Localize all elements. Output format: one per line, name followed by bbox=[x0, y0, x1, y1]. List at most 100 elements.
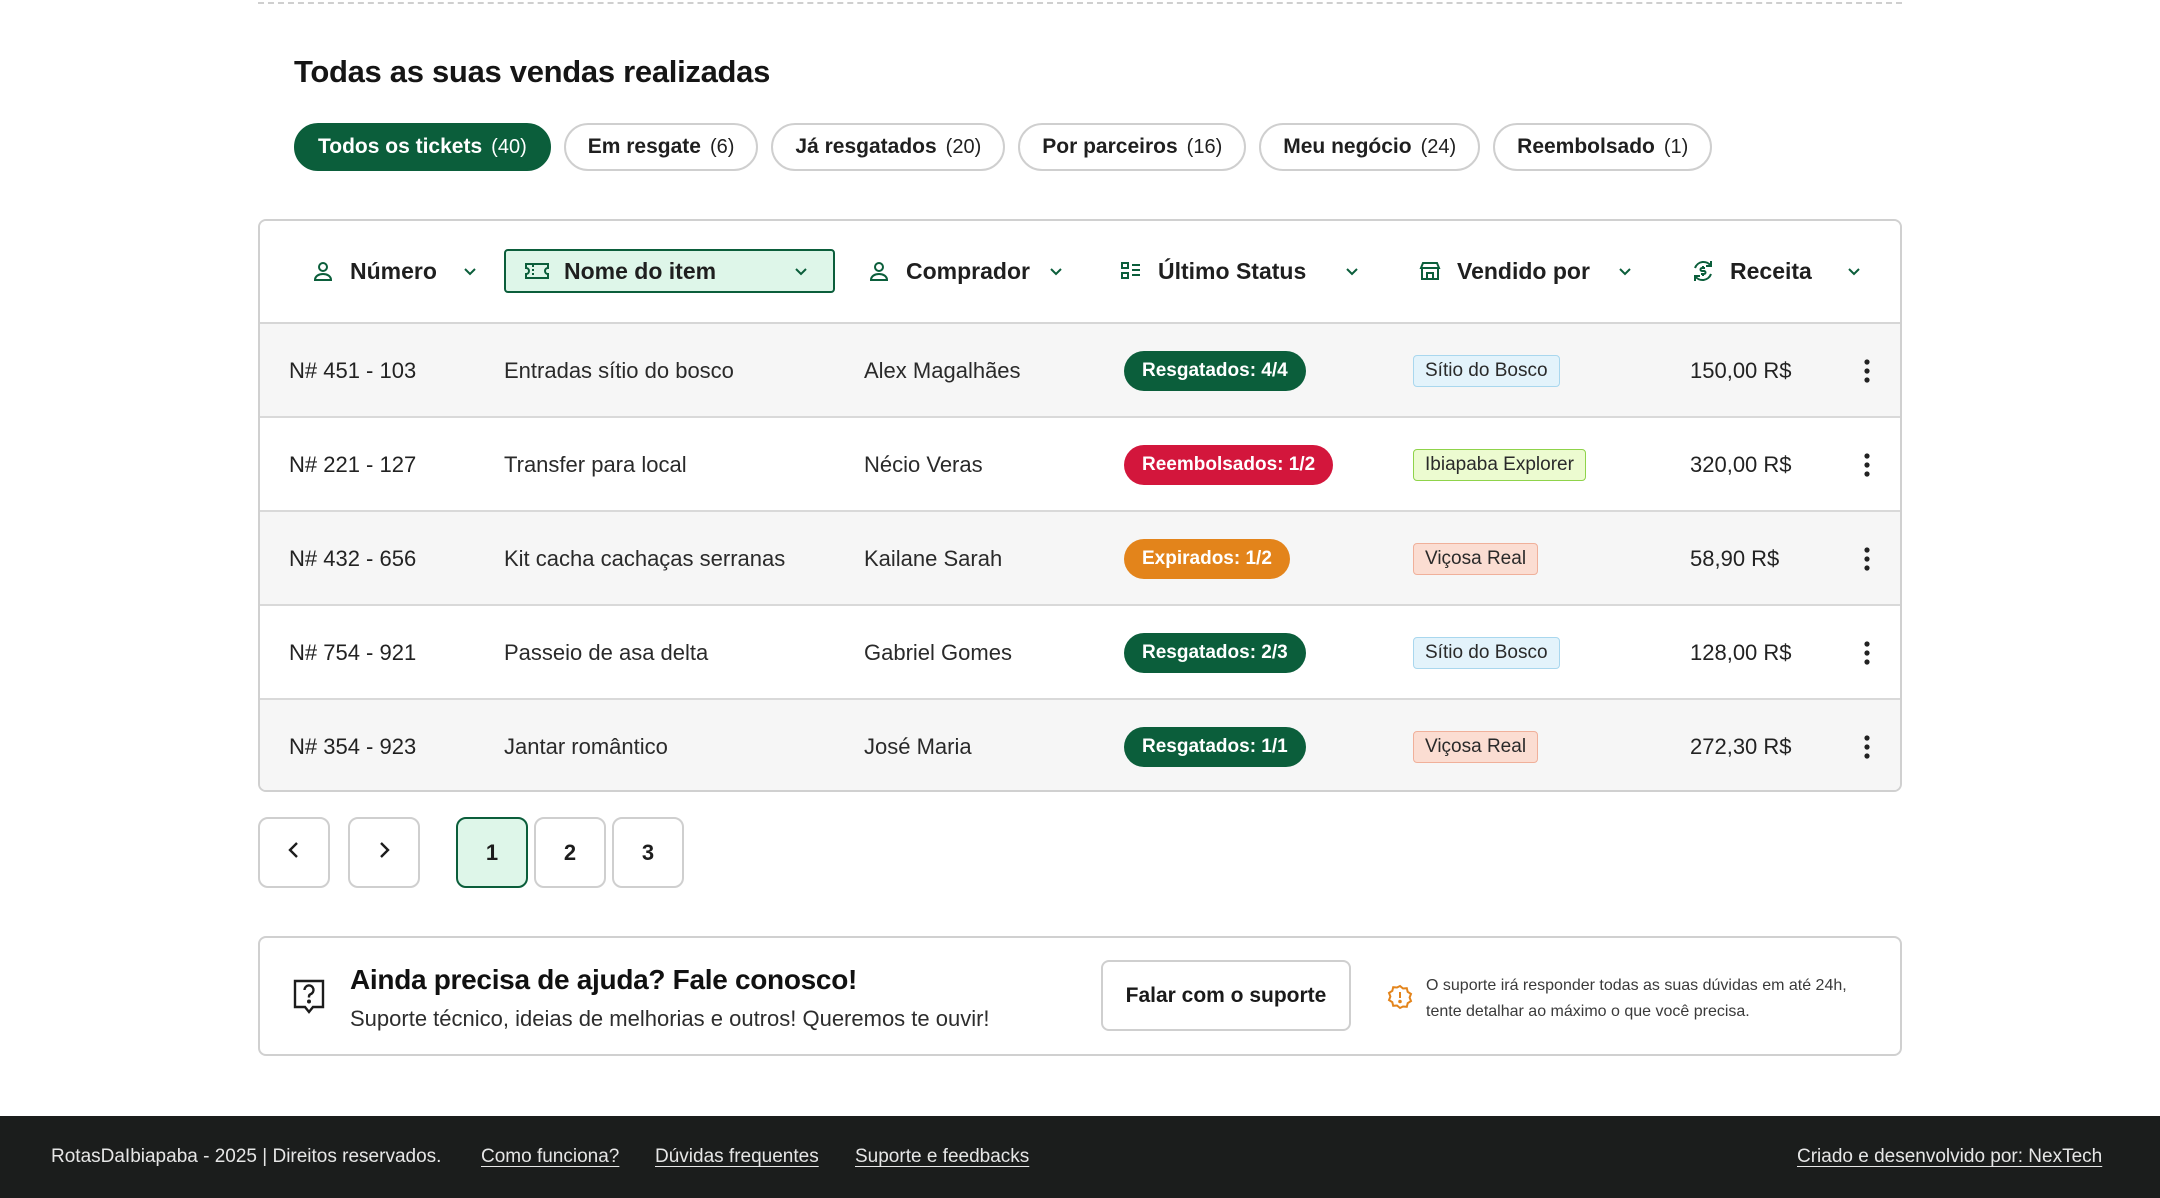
page-button-3[interactable]: 3 bbox=[612, 817, 684, 888]
buyer-name: Nécio Veras bbox=[864, 452, 983, 477]
more-options-icon[interactable] bbox=[1852, 512, 1882, 606]
filter-count: (20) bbox=[945, 135, 982, 158]
question-bubble-icon bbox=[292, 978, 326, 1016]
sales-table: Número Nome do item Comprador Último Sta… bbox=[258, 219, 1902, 792]
chevron-down-icon bbox=[791, 261, 811, 281]
previous-page-button[interactable] bbox=[258, 817, 330, 888]
top-divider bbox=[258, 0, 1902, 4]
filter-label: Em resgate bbox=[587, 135, 701, 158]
user-icon bbox=[310, 258, 336, 284]
status-badge: Resgatados: 1/1 bbox=[1124, 727, 1306, 767]
filter-refunded[interactable]: Reembolsado (1) bbox=[1493, 123, 1713, 171]
status-badge: Resgatados: 2/3 bbox=[1124, 633, 1306, 673]
seller-badge: Viçosa Real bbox=[1413, 731, 1539, 763]
footer-link-credits[interactable]: Criado e desenvolvido por: NexTech bbox=[1797, 1146, 2102, 1168]
column-header-revenue[interactable]: Receita bbox=[1690, 249, 1864, 293]
filter-redeemed[interactable]: Já resgatados (20) bbox=[771, 123, 1006, 171]
item-name: Transfer para local bbox=[504, 452, 687, 477]
filter-count: (6) bbox=[709, 135, 735, 158]
filter-label: Já resgatados bbox=[795, 135, 937, 158]
seller-badge: Sítio do Bosco bbox=[1413, 355, 1560, 387]
column-header-item-name[interactable]: Nome do item bbox=[504, 249, 835, 293]
seller-badge: Sítio do Bosco bbox=[1413, 637, 1560, 669]
filter-count: (1) bbox=[1663, 135, 1689, 158]
column-header-sold-by[interactable]: Vendido por bbox=[1417, 249, 1635, 293]
more-options-icon[interactable] bbox=[1852, 418, 1882, 512]
item-name: Passeio de asa delta bbox=[504, 640, 709, 665]
buyer-name: Gabriel Gomes bbox=[864, 640, 1012, 665]
chevron-down-icon bbox=[1342, 261, 1362, 281]
more-options-icon[interactable] bbox=[1852, 606, 1882, 700]
revenue-value: 272,30 R$ bbox=[1690, 734, 1792, 759]
footer-link-how-it-works[interactable]: Como funciona? bbox=[481, 1146, 619, 1168]
user-icon bbox=[866, 258, 892, 284]
item-name: Entradas sítio do bosco bbox=[504, 358, 734, 383]
filter-all-tickets[interactable]: Todos os tickets (40) bbox=[294, 123, 551, 171]
footer-link-support-feedback[interactable]: Suporte e feedbacks bbox=[855, 1146, 1029, 1168]
filter-count: (24) bbox=[1420, 135, 1457, 158]
filter-by-partners[interactable]: Por parceiros (16) bbox=[1018, 123, 1247, 171]
alert-badge-icon bbox=[1387, 984, 1413, 1010]
filter-label: Por parceiros bbox=[1042, 135, 1178, 158]
table-row[interactable]: N# 754 - 921 Passeio de asa delta Gabrie… bbox=[260, 606, 1900, 700]
column-label: Vendido por bbox=[1457, 257, 1590, 284]
item-name: Jantar romântico bbox=[504, 734, 668, 759]
store-icon bbox=[1417, 258, 1443, 284]
buyer-name: Kailane Sarah bbox=[864, 546, 1003, 571]
money-cycle-icon bbox=[1690, 258, 1716, 284]
filter-label: Meu negócio bbox=[1283, 135, 1412, 158]
footer-link-faq[interactable]: Dúvidas frequentes bbox=[655, 1146, 819, 1168]
column-label: Número bbox=[350, 257, 437, 284]
column-label: Comprador bbox=[906, 257, 1030, 284]
chevron-down-icon bbox=[1615, 261, 1635, 281]
filter-label: Reembolsado bbox=[1517, 135, 1655, 158]
item-name: Kit cacha cachaças serranas bbox=[504, 546, 786, 571]
support-note: O suporte irá responder todas as suas dú… bbox=[1426, 977, 1847, 1020]
filter-label: Todos os tickets bbox=[318, 135, 483, 158]
column-label: Último Status bbox=[1158, 257, 1307, 284]
more-options-icon[interactable] bbox=[1852, 324, 1882, 418]
help-title: Ainda precisa de ajuda? Fale conosco! bbox=[350, 964, 858, 995]
ticket-icon bbox=[524, 258, 550, 284]
footer: RotasDaIbiapaba - 2025 | Direitos reserv… bbox=[0, 1116, 2160, 1198]
chevron-down-icon bbox=[460, 261, 480, 281]
buyer-name: Alex Magalhães bbox=[864, 358, 1021, 383]
status-badge: Expirados: 1/2 bbox=[1124, 539, 1290, 579]
sale-number: N# 354 - 923 bbox=[289, 734, 417, 759]
chevron-right-icon bbox=[375, 840, 393, 866]
sale-number: N# 754 - 921 bbox=[289, 640, 417, 665]
more-options-icon[interactable] bbox=[1852, 700, 1882, 790]
chevron-left-icon bbox=[285, 840, 303, 866]
column-header-last-status[interactable]: Último Status bbox=[1118, 249, 1362, 293]
sale-number: N# 221 - 127 bbox=[289, 452, 417, 477]
filter-in-redemption[interactable]: Em resgate (6) bbox=[563, 123, 759, 171]
page-button-1[interactable]: 1 bbox=[456, 817, 528, 888]
copyright-text: RotasDaIbiapaba - 2025 | Direitos reserv… bbox=[51, 1146, 442, 1167]
contact-support-button[interactable]: Falar com o suporte bbox=[1101, 960, 1351, 1031]
column-header-buyer[interactable]: Comprador bbox=[866, 249, 1066, 293]
filter-count: (40) bbox=[491, 135, 527, 158]
sale-number: N# 451 - 103 bbox=[289, 358, 417, 383]
filter-chips: Todos os tickets (40) Em resgate (6) Já … bbox=[294, 123, 1713, 171]
seller-badge: Ibiapaba Explorer bbox=[1413, 449, 1586, 481]
page-title: Todas as suas vendas realizadas bbox=[294, 54, 771, 89]
revenue-value: 320,00 R$ bbox=[1690, 452, 1792, 477]
next-page-button[interactable] bbox=[348, 817, 420, 888]
status-badge: Reembolsados: 1/2 bbox=[1124, 445, 1334, 485]
column-header-number[interactable]: Número bbox=[310, 249, 480, 293]
status-list-icon bbox=[1118, 258, 1144, 284]
sale-number: N# 432 - 656 bbox=[289, 546, 417, 571]
filter-my-business[interactable]: Meu negócio (24) bbox=[1259, 123, 1481, 171]
table-header: Número Nome do item Comprador Último Sta… bbox=[260, 221, 1900, 324]
table-row[interactable]: N# 221 - 127 Transfer para local Nécio V… bbox=[260, 418, 1900, 512]
status-badge: Resgatados: 4/4 bbox=[1124, 351, 1306, 391]
column-label: Nome do item bbox=[564, 257, 717, 284]
chevron-down-icon bbox=[1844, 261, 1864, 281]
column-label: Receita bbox=[1730, 257, 1812, 284]
table-row[interactable]: N# 354 - 923 Jantar romântico José Maria… bbox=[260, 700, 1900, 790]
page-button-2[interactable]: 2 bbox=[534, 817, 606, 888]
revenue-value: 58,90 R$ bbox=[1690, 546, 1780, 571]
revenue-value: 128,00 R$ bbox=[1690, 640, 1792, 665]
table-row[interactable]: N# 451 - 103 Entradas sítio do bosco Ale… bbox=[260, 324, 1900, 418]
table-row[interactable]: N# 432 - 656 Kit cacha cachaças serranas… bbox=[260, 512, 1900, 606]
